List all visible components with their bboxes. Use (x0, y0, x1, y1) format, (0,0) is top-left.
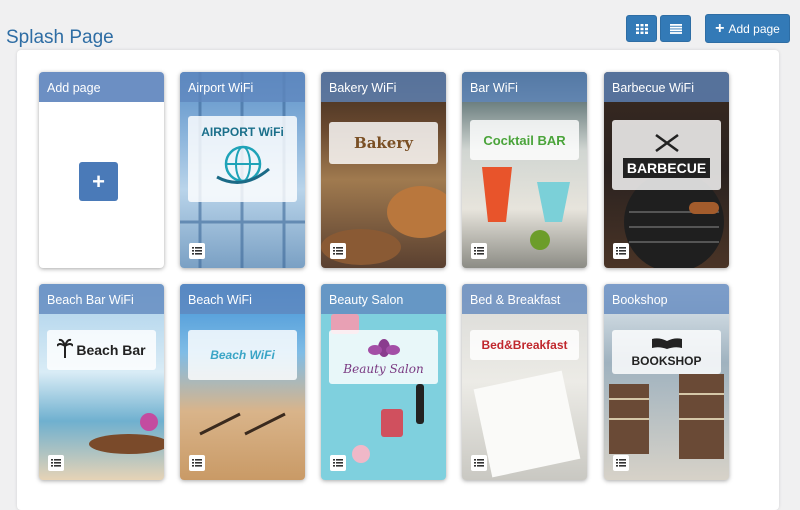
logo-text: AIRPORT WiFi (201, 124, 284, 139)
template-card-barbecue-wifi[interactable]: Barbecue WiFi BARBECUE (604, 72, 729, 268)
template-card-bed-and-breakfast[interactable]: Bed & Breakfast Bed&Breakfast (462, 284, 587, 480)
template-card-bookshop[interactable]: Bookshop BOOKSHOP (604, 284, 729, 480)
card-title: Bar WiFi (462, 72, 587, 102)
globe-icon (213, 139, 273, 194)
logo-text: BARBECUE (622, 157, 711, 178)
card-title: Beach WiFi (180, 284, 305, 314)
card-logo: Bakery (329, 122, 438, 164)
template-card-bakery-wifi[interactable]: Bakery WiFi Bakery (321, 72, 446, 268)
card-logo: BOOKSHOP (612, 330, 721, 374)
card-logo: AIRPORT WiFi (188, 116, 297, 202)
template-card-beach-wifi[interactable]: Beach WiFi Beach WiFi (180, 284, 305, 480)
list-icon[interactable] (189, 243, 205, 259)
logo-text: Bed&Breakfast (481, 338, 568, 352)
card-logo: Beauty Salon (329, 330, 438, 384)
list-icon[interactable] (471, 243, 487, 259)
palm-tree-icon (56, 338, 75, 363)
list-icon (669, 23, 682, 34)
card-logo: BARBECUE (612, 120, 721, 190)
list-icon[interactable] (613, 455, 629, 471)
template-card-airport-wifi[interactable]: Airport WiFi AIRPORT WiFi (180, 72, 305, 268)
logo-text: BOOKSHOP (631, 354, 702, 368)
card-logo: Beach Bar (47, 330, 156, 370)
card-title: Barbecue WiFi (604, 72, 729, 102)
card-title: Bed & Breakfast (462, 284, 587, 314)
page-title: Splash Page (6, 26, 114, 48)
grid-icon (635, 23, 648, 34)
grid-view-button[interactable] (626, 15, 657, 42)
add-page-button-label: Add page (728, 21, 780, 36)
logo-text: Cocktail BAR (483, 132, 566, 148)
card-logo: Bed&Breakfast (470, 330, 579, 360)
list-icon[interactable] (613, 243, 629, 259)
logo-text: Bakery (354, 134, 413, 152)
lotus-icon (367, 338, 401, 362)
template-card-beauty-salon[interactable]: Beauty Salon Beauty Salon (321, 284, 446, 480)
open-book-icon (650, 336, 684, 354)
card-title: Add page (39, 72, 164, 102)
logo-text: Beach WiFi (210, 348, 275, 362)
card-title: Bookshop (604, 284, 729, 314)
card-title: Beauty Salon (321, 284, 446, 314)
add-page-button[interactable]: + Add page (705, 14, 790, 43)
card-title: Bakery WiFi (321, 72, 446, 102)
crossed-forks-icon (652, 133, 682, 158)
card-title: Airport WiFi (180, 72, 305, 102)
template-card-bar-wifi[interactable]: Bar WiFi Cocktail BAR (462, 72, 587, 268)
card-logo: Beach WiFi (188, 330, 297, 380)
list-view-button[interactable] (660, 15, 691, 42)
list-icon[interactable] (471, 455, 487, 471)
plus-icon: + (715, 19, 725, 37)
card-logo: Cocktail BAR (470, 120, 579, 160)
list-icon[interactable] (330, 243, 346, 259)
add-page-card[interactable]: Add page + (39, 72, 164, 268)
list-icon[interactable] (48, 455, 64, 471)
logo-text: Beauty Salon (343, 361, 424, 376)
card-title: Beach Bar WiFi (39, 284, 164, 314)
plus-icon[interactable]: + (79, 162, 118, 201)
logo-text: Beach Bar (76, 342, 146, 358)
list-icon[interactable] (330, 455, 346, 471)
template-card-beach-bar-wifi[interactable]: Beach Bar WiFi Beach Bar (39, 284, 164, 480)
list-icon[interactable] (189, 455, 205, 471)
